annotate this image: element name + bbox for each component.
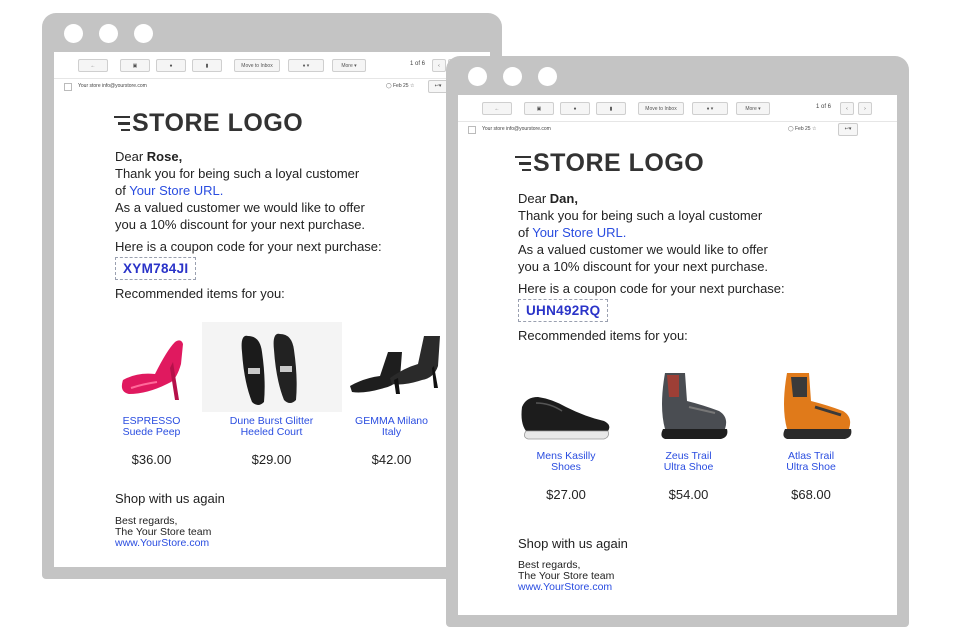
store-logo: STORE LOGO (515, 149, 704, 178)
window-controls (64, 24, 153, 43)
email-window-rose: ← ▣ ● ▮ Move to Inbox ♦ ▾ More ▾ 1 of 6 … (42, 13, 502, 579)
archive-icon: ▣ (132, 62, 138, 69)
select-checkbox[interactable] (64, 83, 72, 91)
tag-icon: ♦ ▾ (302, 62, 310, 69)
email-content: ← ▣ ● ▮ Move to Inbox ♦ ▾ More ▾ 1 of 6 … (458, 95, 897, 615)
product-card[interactable]: GEMMA Milano Italy $42.00 (344, 322, 440, 467)
delete-button[interactable]: ▮ (192, 59, 222, 72)
email-date: ◯ Feb 25 ☆ (386, 83, 415, 89)
customer-name: Dan, (549, 191, 578, 206)
product-card[interactable]: Dune Burst Glitter Heeled Court $29.00 (199, 322, 344, 467)
store-url-link[interactable]: Your Store URL. (129, 183, 223, 198)
tag-icon: ♦ ▾ (706, 105, 714, 112)
back-button[interactable]: ← (78, 59, 108, 72)
window-controls (468, 67, 557, 86)
move-to-inbox-button[interactable]: Move to Inbox (638, 102, 684, 115)
orange-hiking-boot-image (783, 373, 852, 439)
store-logo: STORE LOGO (114, 109, 303, 138)
minimize-dot-icon[interactable] (99, 24, 118, 43)
product-card[interactable]: Zeus Trail Ultra Shoe $54.00 (626, 367, 751, 502)
coupon-code: UHN492RQ (518, 299, 609, 322)
more-button[interactable]: More ▾ (332, 59, 366, 72)
back-arrow-icon: ← (90, 62, 96, 69)
reply-button[interactable]: ↩▾ (428, 80, 448, 93)
archive-button[interactable]: ▣ (120, 59, 150, 72)
more-button[interactable]: More ▾ (736, 102, 770, 115)
back-arrow-icon: ← (494, 105, 500, 112)
spam-button[interactable]: ● (156, 59, 186, 72)
product-list: ESPRESSO Suede Peep $36.00 Dune Burst Gli… (104, 322, 440, 467)
chevron-right-icon: › (864, 105, 866, 112)
website-link[interactable]: www.YourStore.com (518, 582, 614, 593)
pager-text: 1 of 6 (410, 61, 426, 67)
greeting: Dear Rose, (115, 149, 183, 164)
archive-button[interactable]: ▣ (524, 102, 554, 115)
pager-text: 1 of 6 (816, 104, 832, 110)
pink-heel-image (121, 340, 183, 400)
store-url-link[interactable]: Your Store URL. (532, 225, 626, 240)
sender: Your store info@yourstore.com (482, 126, 551, 132)
maximize-dot-icon[interactable] (538, 67, 557, 86)
signature: Best regards, The Your Store team www.Yo… (518, 559, 615, 593)
prev-button[interactable]: ‹ (432, 59, 446, 72)
mail-toolbar: ← ▣ ● ▮ Move to Inbox ♦ ▾ More ▾ 1 of 6 … (54, 52, 490, 79)
archive-icon: ▣ (536, 105, 542, 112)
greeting: Dear Dan, (518, 191, 578, 206)
black-slipon-shoe-image (521, 397, 610, 440)
menu-lines-icon (515, 154, 531, 174)
minimize-dot-icon[interactable] (503, 67, 522, 86)
select-checkbox[interactable] (468, 126, 476, 134)
delete-button[interactable]: ▮ (596, 102, 626, 115)
spam-button[interactable]: ● (560, 102, 590, 115)
product-list: Mens Kasilly Shoes $27.00 Zeus Trail Ultra… (506, 367, 871, 502)
sender-row: Your store info@yourstore.com ◯ Feb 25 ☆… (54, 80, 490, 96)
black-ankle-boot-image (350, 336, 440, 394)
email-body: Dear Dan, Thank you for being such a loy… (518, 191, 785, 343)
coupon-code: XYM784JI (115, 257, 197, 280)
email-date: ◯ Feb 25 ☆ (788, 126, 817, 132)
customer-name: Rose, (146, 149, 183, 164)
labels-button[interactable]: ♦ ▾ (288, 59, 324, 72)
spam-icon: ● (573, 105, 577, 112)
chevron-left-icon: ‹ (438, 62, 440, 69)
coupon-intro: Here is a coupon code for your next purc… (115, 239, 382, 254)
product-card[interactable]: ESPRESSO Suede Peep $36.00 (104, 322, 199, 467)
menu-lines-icon (114, 114, 130, 134)
shop-again: Shop with us again (518, 536, 628, 551)
recommended-heading: Recommended items for you: (518, 328, 688, 343)
reply-button[interactable]: ↩▾ (838, 123, 858, 136)
chevron-left-icon: ‹ (846, 105, 848, 112)
close-dot-icon[interactable] (64, 24, 83, 43)
next-button[interactable]: › (858, 102, 872, 115)
sender: Your store info@yourstore.com (78, 83, 147, 89)
signature: Best regards, The Your Store team www.Yo… (115, 515, 212, 549)
labels-button[interactable]: ♦ ▾ (692, 102, 728, 115)
mail-toolbar: ← ▣ ● ▮ Move to Inbox ♦ ▾ More ▾ 1 of 6 … (458, 95, 897, 122)
trash-icon: ▮ (205, 62, 209, 69)
sender-row: Your store info@yourstore.com ◯ Feb 25 ☆… (458, 123, 897, 139)
maximize-dot-icon[interactable] (134, 24, 153, 43)
email-window-dan: ← ▣ ● ▮ Move to Inbox ♦ ▾ More ▾ 1 of 6 … (446, 56, 909, 627)
coupon-intro: Here is a coupon code for your next purc… (518, 281, 785, 296)
back-button[interactable]: ← (482, 102, 512, 115)
shop-again: Shop with us again (115, 491, 225, 506)
website-link[interactable]: www.YourStore.com (115, 538, 211, 549)
move-to-inbox-button[interactable]: Move to Inbox (234, 59, 280, 72)
prev-button[interactable]: ‹ (840, 102, 854, 115)
recommended-heading: Recommended items for you: (115, 286, 285, 301)
close-dot-icon[interactable] (468, 67, 487, 86)
trash-icon: ▮ (609, 105, 613, 112)
email-content: ← ▣ ● ▮ Move to Inbox ♦ ▾ More ▾ 1 of 6 … (54, 52, 490, 567)
product-card[interactable]: Mens Kasilly Shoes $27.00 (506, 367, 626, 502)
spam-icon: ● (169, 62, 173, 69)
product-card[interactable]: Atlas Trail Ultra Shoe $68.00 (751, 367, 871, 502)
black-court-shoes-image (201, 322, 342, 412)
email-body: Dear Rose, Thank you for being such a lo… (115, 149, 382, 301)
grey-hiking-boot-image (660, 373, 727, 439)
